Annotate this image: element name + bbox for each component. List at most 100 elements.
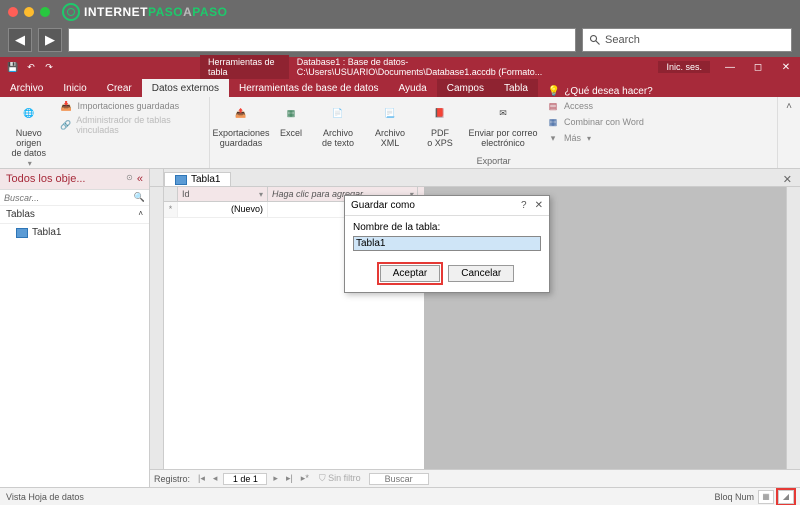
email-button[interactable]: ✉Enviar por correo electrónico xyxy=(468,99,538,148)
window-max-dot[interactable] xyxy=(40,7,50,17)
nav-dropdown-icon[interactable]: ⊙ xyxy=(126,173,133,185)
back-button[interactable]: ◀ xyxy=(8,28,32,52)
dialog-titlebar[interactable]: Guardar como ? ✕ xyxy=(345,196,549,216)
window-min-dot[interactable] xyxy=(24,7,34,17)
tab-help[interactable]: Ayuda xyxy=(389,79,437,97)
dialog-close-button[interactable]: ✕ xyxy=(535,200,543,211)
browser-titlebar: INTERNETPASOAPASO xyxy=(0,0,800,23)
nav-category-tables[interactable]: Tablas ˄ xyxy=(0,206,149,224)
last-record-button[interactable]: ▸| xyxy=(284,473,295,484)
row-gutter xyxy=(150,187,164,469)
login-button[interactable]: Inic. ses. xyxy=(658,61,710,73)
app-titlebar: 💾 ↶ ↷ Herramientas de tabla Database1 : … xyxy=(0,57,800,77)
saved-exports-button[interactable]: 📤Exportaciones guardadas xyxy=(216,99,266,148)
minimize-button[interactable]: — xyxy=(716,57,744,77)
site-brand: INTERNETPASOAPASO xyxy=(62,3,227,21)
tab-db-tools[interactable]: Herramientas de base de datos xyxy=(229,79,389,97)
nav-item-label: Tabla1 xyxy=(32,227,61,238)
nav-item-tabla1[interactable]: Tabla1 xyxy=(0,224,149,241)
search-icon: 🔍 xyxy=(134,192,145,203)
datasheet-view-button[interactable]: ▦ xyxy=(758,490,774,504)
status-bar: Vista Hoja de datos Bloq Num ▦ ◢ xyxy=(0,487,800,505)
first-record-button[interactable]: |◂ xyxy=(196,473,207,484)
tell-me-input[interactable]: 💡 ¿Qué desea hacer? xyxy=(548,86,653,97)
cancel-button[interactable]: Cancelar xyxy=(448,265,514,282)
word-merge-button[interactable]: ▦Combinar con Word xyxy=(546,115,644,129)
doc-close-button[interactable]: ✕ xyxy=(775,173,800,186)
vertical-scrollbar[interactable] xyxy=(786,187,800,469)
group-export-label: Exportar xyxy=(216,155,771,166)
text-file-button[interactable]: 📄Archivo de texto xyxy=(316,99,360,148)
xml-file-button[interactable]: 📃Archivo XML xyxy=(368,99,412,148)
excel-button[interactable]: ▦Excel xyxy=(274,99,308,138)
browser-nav-row: ◀ ▶ Search xyxy=(0,23,800,57)
context-tab-title: Herramientas de tabla xyxy=(200,55,289,79)
restore-button[interactable]: ◻ xyxy=(744,57,772,77)
excel-icon: ▦ xyxy=(277,99,305,127)
prev-record-button[interactable]: ◂ xyxy=(211,473,220,484)
tab-home[interactable]: Inicio xyxy=(53,79,96,97)
saved-imports-label: Importaciones guardadas xyxy=(78,101,180,111)
numlock-label: Bloq Num xyxy=(714,492,754,502)
undo-icon[interactable]: ↶ xyxy=(24,60,38,74)
nav-search-input[interactable] xyxy=(4,193,134,203)
nav-collapse-icon[interactable]: « xyxy=(137,173,143,185)
saved-imports-icon: 📥 xyxy=(60,99,74,113)
row-selector[interactable]: * xyxy=(164,202,178,218)
close-button[interactable]: ✕ xyxy=(772,57,800,77)
accept-button[interactable]: Aceptar xyxy=(380,265,440,282)
tab-create[interactable]: Crear xyxy=(97,79,142,97)
word-merge-label: Combinar con Word xyxy=(564,117,644,127)
design-view-button[interactable]: ◢ xyxy=(778,490,794,504)
forward-button[interactable]: ▶ xyxy=(38,28,62,52)
more-icon: ▾ xyxy=(546,131,560,145)
collapse-ribbon-button[interactable]: ˄ xyxy=(778,97,800,168)
brand-word-3: A xyxy=(183,5,192,19)
window-close-dot[interactable] xyxy=(8,7,18,17)
tab-file[interactable]: Archivo xyxy=(0,79,53,97)
col-header-id[interactable]: Id▾ xyxy=(178,187,268,201)
brand-word-1: INTERNET xyxy=(84,5,148,19)
pdf-icon: 📕 xyxy=(426,99,454,127)
nav-pane-title: Todos los obje... xyxy=(6,173,86,185)
more-label: Más xyxy=(564,133,581,143)
save-icon[interactable]: 💾 xyxy=(6,60,20,74)
tab-fields[interactable]: Campos xyxy=(437,79,494,97)
record-search-input[interactable] xyxy=(369,473,429,485)
text-file-label: Archivo de texto xyxy=(322,128,354,148)
tab-table[interactable]: Tabla xyxy=(494,79,538,97)
url-input[interactable] xyxy=(68,28,576,52)
redo-icon[interactable]: ↷ xyxy=(42,60,56,74)
dialog-help-button[interactable]: ? xyxy=(521,200,527,211)
search-placeholder: Search xyxy=(605,34,640,46)
access-icon: ▤ xyxy=(546,99,560,113)
view-mode-label: Vista Hoja de datos xyxy=(6,492,84,502)
linked-table-label: Administrador de tablas vinculadas xyxy=(76,115,203,135)
select-all-cell[interactable] xyxy=(164,187,178,201)
no-filter-label[interactable]: ⛉ Sin filtro xyxy=(319,473,361,484)
saved-imports-button[interactable]: 📥 Importaciones guardadas xyxy=(60,99,203,113)
table-name-input[interactable] xyxy=(353,236,541,251)
access-label: Access xyxy=(564,101,593,111)
doc-tab-tabla1[interactable]: Tabla1 xyxy=(164,172,231,186)
search-icon xyxy=(589,34,601,46)
browser-search-input[interactable]: Search xyxy=(582,28,792,52)
ribbon-tabs: Archivo Inicio Crear Datos externos Herr… xyxy=(0,77,800,97)
text-file-icon: 📄 xyxy=(324,99,352,127)
nav-pane-header[interactable]: Todos los obje... ⊙ « xyxy=(0,169,149,190)
save-as-dialog: Guardar como ? ✕ Nombre de la tabla: Ace… xyxy=(344,195,550,293)
collapse-icon: ˄ xyxy=(138,209,143,220)
next-record-button[interactable]: ▸ xyxy=(271,473,280,484)
brand-logo-icon xyxy=(62,3,80,21)
record-position-input[interactable] xyxy=(223,473,267,485)
tab-external-data[interactable]: Datos externos xyxy=(142,79,229,97)
cell-id[interactable]: (Nuevo) xyxy=(178,202,268,218)
saved-exports-label: Exportaciones guardadas xyxy=(212,128,269,148)
tell-me-label: ¿Qué desea hacer? xyxy=(564,86,652,97)
more-exports-button[interactable]: ▾Más▾ xyxy=(546,131,644,145)
new-data-source-button[interactable]: 🌐 Nuevo origen de datos▾ xyxy=(6,99,52,168)
new-record-button[interactable]: ▸* xyxy=(299,473,311,484)
export-access-button[interactable]: ▤ Access xyxy=(546,99,644,113)
doc-tab-label: Tabla1 xyxy=(191,174,220,185)
pdf-xps-button[interactable]: 📕PDF o XPS xyxy=(420,99,460,148)
